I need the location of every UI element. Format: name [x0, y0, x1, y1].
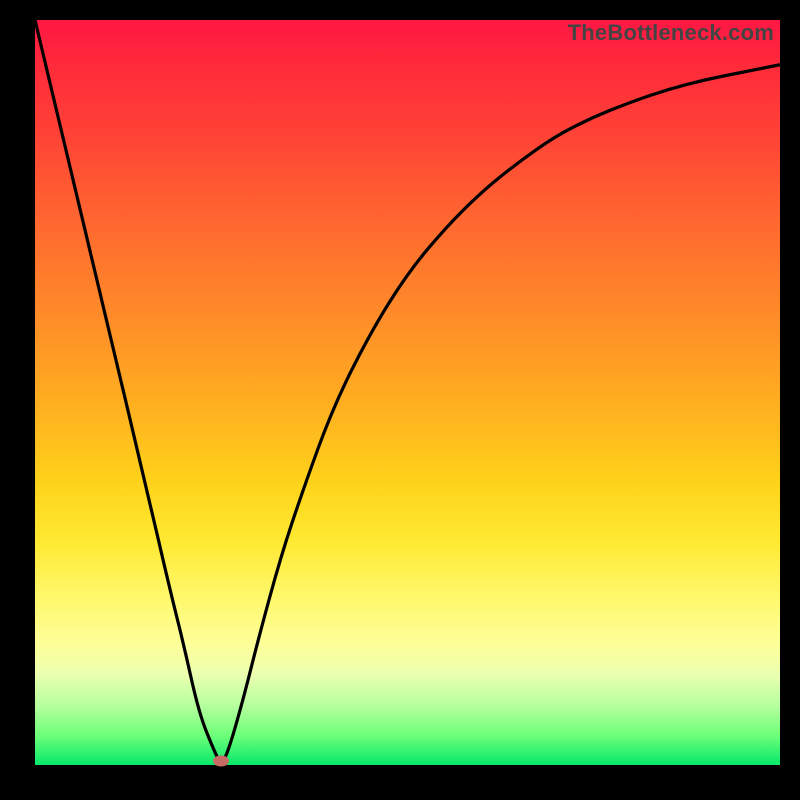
minimum-marker-dot: [213, 756, 229, 767]
watermark-text: TheBottleneck.com: [568, 20, 774, 46]
bottleneck-curve: [35, 20, 780, 765]
curve-path: [35, 20, 780, 761]
plot-area: TheBottleneck.com: [35, 20, 780, 765]
chart-frame: TheBottleneck.com: [0, 0, 800, 800]
